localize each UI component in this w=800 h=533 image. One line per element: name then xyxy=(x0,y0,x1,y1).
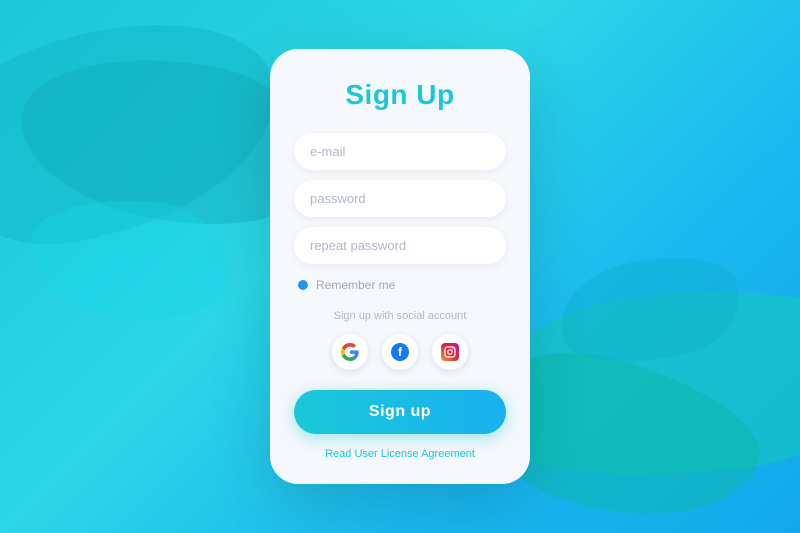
signup-card: Sign Up Remember me Sign up with social … xyxy=(270,49,530,484)
signup-button[interactable]: Sign up xyxy=(294,390,506,434)
page-title: Sign Up xyxy=(345,79,454,111)
facebook-icon: f xyxy=(391,343,409,361)
google-icon xyxy=(341,343,359,361)
social-section: Sign up with social account f xyxy=(294,310,506,370)
social-label: Sign up with social account xyxy=(334,310,467,322)
instagram-icon xyxy=(441,343,459,361)
instagram-button[interactable] xyxy=(432,334,468,370)
google-button[interactable] xyxy=(332,334,368,370)
form-fields xyxy=(294,133,506,264)
remember-dot-icon xyxy=(298,280,308,290)
remember-me-label: Remember me xyxy=(316,278,395,292)
remember-me-row: Remember me xyxy=(294,278,506,292)
repeat-password-field[interactable] xyxy=(294,227,506,264)
agreement-link[interactable]: Read User License Agreement xyxy=(325,448,475,460)
social-icons-row: f xyxy=(332,334,468,370)
password-field[interactable] xyxy=(294,180,506,217)
email-field[interactable] xyxy=(294,133,506,170)
facebook-button[interactable]: f xyxy=(382,334,418,370)
